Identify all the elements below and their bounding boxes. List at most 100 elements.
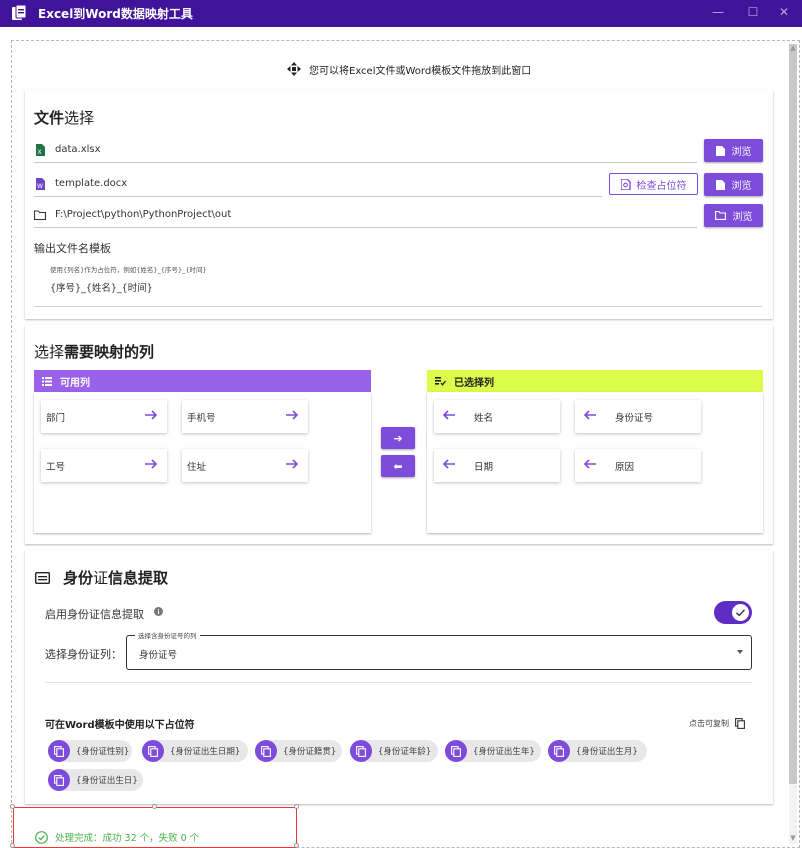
list-icon	[42, 376, 52, 386]
selected-column-item[interactable]: 日期	[434, 449, 560, 482]
check-icon	[736, 609, 746, 617]
arrow-left-icon	[583, 459, 596, 469]
file-icon	[715, 179, 725, 190]
scroll-down-arrow-icon[interactable]: ▼	[788, 834, 798, 842]
copy-icon	[255, 740, 277, 762]
placeholder-chip[interactable]: {身份证年龄}	[350, 740, 438, 762]
copy-icon	[48, 769, 70, 791]
placeholder-chip[interactable]: {身份证性别}	[48, 740, 132, 762]
id-card-icon	[35, 572, 50, 584]
id-extraction-panel: 身份证信息提取 启用身份证信息提取 选择身份证列： 选择含身份证号的列 身份证号…	[25, 550, 773, 804]
placeholder-chip[interactable]: {身份证出生日期}	[142, 740, 248, 762]
selected-column-item[interactable]: 身份证号	[575, 400, 701, 433]
svg-text:W: W	[37, 183, 43, 190]
output-folder-path: F:\Project\python\PythonProject\out	[55, 209, 232, 220]
select-id-column-label: 选择身份证列：	[45, 648, 122, 661]
filename-template-input[interactable]: 使用{列名}作为占位符，例如{姓名}_{序号}_{时间} {序号}_{姓名}_{…	[34, 262, 762, 307]
minimize-button[interactable]: —	[700, 0, 736, 27]
find-in-page-icon	[620, 178, 631, 190]
drop-hint: 您可以将Excel文件或Word模板文件拖放到此窗口	[287, 62, 532, 77]
title-bar: Excel到Word数据映射工具 — ☐ ✕	[0, 0, 802, 27]
arrow-left-icon	[442, 410, 455, 420]
placeholder-title: 可在Word模板中使用以下占位符	[45, 720, 195, 731]
vertical-scrollbar[interactable]: ▲ ▼	[788, 44, 798, 844]
available-column-item[interactable]: 住址	[182, 449, 308, 482]
copy-icon	[350, 740, 372, 762]
template-label: 输出文件名模板	[34, 242, 111, 255]
word-file-field[interactable]: W template.docx	[34, 171, 602, 197]
word-file-path: template.docx	[55, 178, 128, 189]
dropdown-caret-icon	[737, 650, 743, 654]
available-column-item[interactable]: 工号	[41, 449, 167, 482]
checklist-icon	[435, 376, 446, 386]
folder-icon	[34, 209, 46, 220]
check-circle-icon	[35, 830, 48, 844]
copy-hint: 点击可复制	[689, 718, 745, 729]
select-floating-label: 选择含身份证号的列	[135, 630, 200, 640]
copy-icon	[735, 718, 745, 729]
file-selection-panel: 文件选择 X data.xlsx 浏览 W template.docx 检查占位…	[25, 90, 773, 319]
column-mapping-panel: 选择需要映射的列 可用列 部门 手机号 工号 住址 ➜ ⬅ 已选择列 姓名 身份…	[25, 325, 773, 544]
scrollbar-thumb[interactable]	[789, 44, 797, 784]
id-column-select[interactable]: 选择含身份证号的列 身份证号	[126, 630, 752, 670]
file-icon	[715, 145, 725, 156]
word-file-icon: W	[36, 177, 45, 190]
available-columns-list[interactable]: 部门 手机号 工号 住址	[34, 392, 371, 533]
column-section-title: 选择需要映射的列	[34, 343, 155, 361]
copy-icon	[142, 740, 164, 762]
browse-folder-button[interactable]: 浏览	[704, 204, 763, 227]
excel-file-path: data.xlsx	[55, 144, 101, 155]
copy-icon	[548, 740, 570, 762]
copy-icon	[48, 740, 70, 762]
resize-handle[interactable]	[10, 804, 15, 809]
info-icon[interactable]	[154, 607, 163, 616]
status-message: 处理完成：成功 32 个，失败 0 个	[35, 830, 199, 844]
id-section-title: 身份证信息提取	[63, 569, 169, 587]
move-arrows-icon	[287, 62, 301, 76]
excel-file-icon: X	[36, 143, 45, 156]
output-folder-field[interactable]: F:\Project\python\PythonProject\out	[34, 202, 697, 228]
arrow-right-icon	[145, 459, 158, 469]
selected-columns-list[interactable]: 姓名 身份证号 日期 原因	[427, 392, 763, 533]
select-value: 身份证号	[139, 650, 178, 661]
move-left-button[interactable]: ⬅	[381, 455, 415, 477]
placeholder-chip[interactable]: {身份证出生月}	[548, 740, 647, 762]
document-copy-icon	[12, 4, 27, 20]
copy-icon	[445, 740, 467, 762]
enable-id-label: 启用身份证信息提取	[45, 608, 144, 621]
folder-icon	[714, 211, 726, 220]
template-hint: 使用{列名}作为占位符，例如{姓名}_{序号}_{时间}	[50, 266, 207, 274]
browse-excel-button[interactable]: 浏览	[704, 139, 763, 162]
available-column-item[interactable]: 手机号	[182, 400, 308, 433]
close-button[interactable]: ✕	[766, 0, 802, 27]
template-value: {序号}_{姓名}_{时间}	[50, 283, 153, 294]
divider	[45, 682, 752, 683]
selected-column-item[interactable]: 姓名	[434, 400, 560, 433]
window-title: Excel到Word数据映射工具	[38, 7, 193, 21]
arrow-right-icon	[145, 410, 158, 420]
resize-handle[interactable]	[294, 804, 299, 809]
arrow-right-icon	[286, 459, 299, 469]
move-right-button[interactable]: ➜	[381, 427, 415, 449]
file-section-title: 文件选择	[34, 109, 95, 127]
resize-handle[interactable]	[10, 843, 15, 848]
available-column-item[interactable]: 部门	[41, 400, 167, 433]
drop-hint-text: 您可以将Excel文件或Word模板文件拖放到此窗口	[309, 65, 532, 77]
resize-handle[interactable]	[152, 804, 157, 809]
scroll-up-arrow-icon[interactable]: ▲	[788, 44, 798, 52]
excel-file-field[interactable]: X data.xlsx	[34, 137, 697, 163]
browse-word-button[interactable]: 浏览	[704, 173, 763, 196]
arrow-right-icon	[286, 410, 299, 420]
svg-text:X: X	[38, 149, 42, 156]
arrow-left-icon	[442, 459, 455, 469]
resize-handle[interactable]	[294, 843, 299, 848]
arrow-left-icon	[583, 410, 596, 420]
placeholder-chip[interactable]: {身份证籍贯}	[255, 740, 342, 762]
placeholder-chip[interactable]: {身份证出生日}	[48, 769, 143, 791]
toggle-knob	[732, 604, 749, 621]
placeholder-chip[interactable]: {身份证出生年}	[445, 740, 541, 762]
check-placeholder-button[interactable]: 检查占位符	[609, 173, 698, 195]
enable-id-toggle[interactable]	[714, 601, 752, 624]
selected-column-item[interactable]: 原因	[575, 449, 701, 482]
selected-columns-header: 已选择列	[427, 370, 763, 392]
